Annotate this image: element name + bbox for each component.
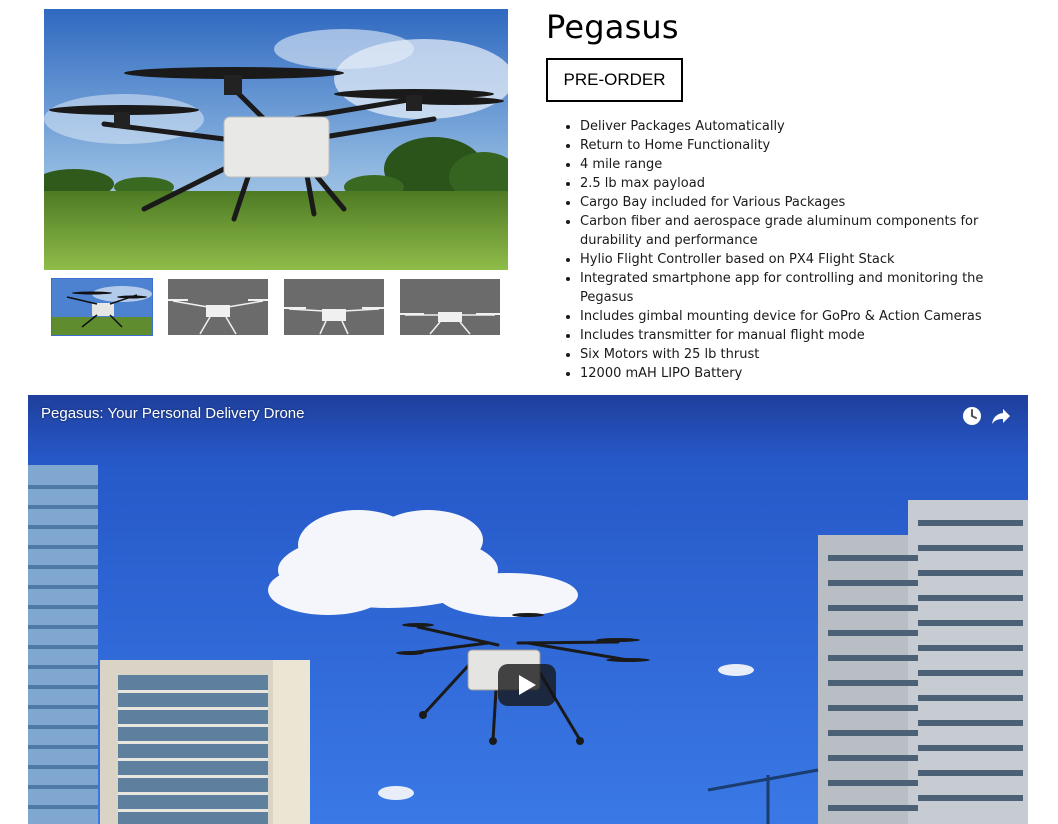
- feature-item: Carbon fiber and aerospace grade aluminu…: [580, 212, 1040, 250]
- video-player[interactable]: Pegasus: Your Personal Delivery Drone: [28, 395, 1028, 824]
- feature-item: Hylio Flight Controller based on PX4 Fli…: [580, 250, 1040, 269]
- feature-item: Includes gimbal mounting device for GoPr…: [580, 307, 1040, 326]
- thumbnail-3[interactable]: [284, 279, 384, 335]
- pre-order-button[interactable]: PRE-ORDER: [546, 58, 683, 102]
- feature-item: Deliver Packages Automatically: [580, 117, 1040, 136]
- feature-item: Six Motors with 25 lb thrust: [580, 345, 1040, 364]
- thumbnail-4[interactable]: [400, 279, 500, 335]
- product-title: Pegasus: [546, 8, 679, 46]
- product-main-image[interactable]: [44, 9, 508, 270]
- feature-list: Deliver Packages Automatically Return to…: [560, 117, 1040, 383]
- thumbnail-2[interactable]: [168, 279, 268, 335]
- feature-item: Includes transmitter for manual flight m…: [580, 326, 1040, 345]
- feature-item: Return to Home Functionality: [580, 136, 1040, 155]
- watch-later-icon[interactable]: [961, 405, 983, 427]
- feature-item: 2.5 lb max payload: [580, 174, 1040, 193]
- play-icon: [519, 675, 536, 695]
- play-button[interactable]: [498, 664, 556, 706]
- feature-item: 12000 mAH LIPO Battery: [580, 364, 1040, 383]
- feature-item: 4 mile range: [580, 155, 1040, 174]
- share-icon[interactable]: [990, 405, 1012, 427]
- thumbnail-1[interactable]: [51, 278, 153, 336]
- video-title[interactable]: Pegasus: Your Personal Delivery Drone: [41, 405, 304, 422]
- feature-item: Integrated smartphone app for controllin…: [580, 269, 1040, 307]
- feature-item: Cargo Bay included for Various Packages: [580, 193, 1040, 212]
